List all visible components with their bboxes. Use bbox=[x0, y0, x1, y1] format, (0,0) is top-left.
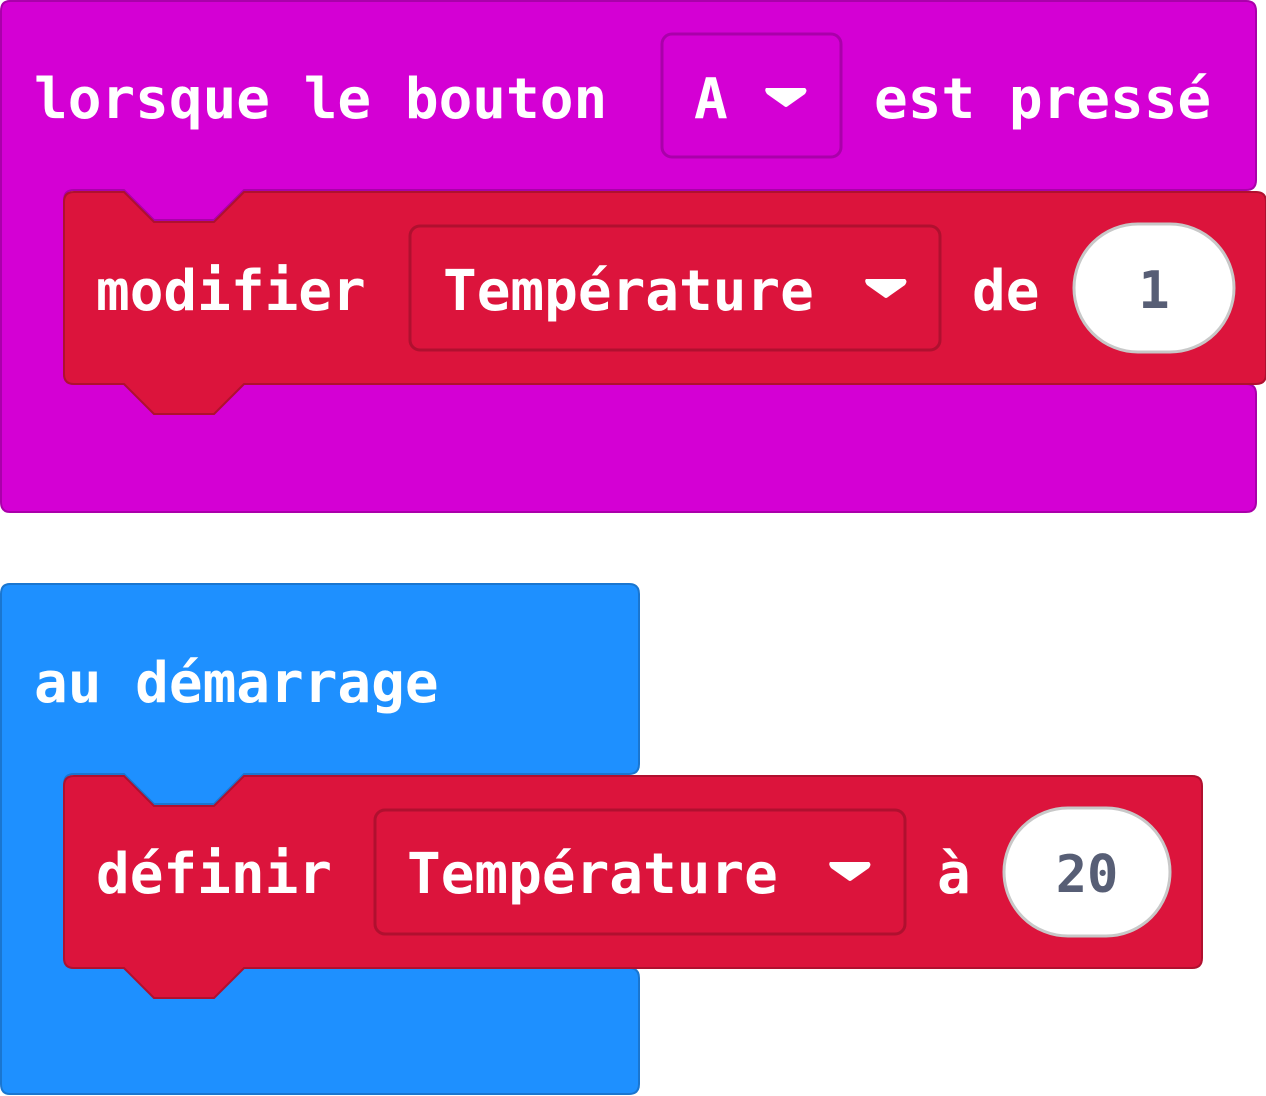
change-label: modifier bbox=[96, 259, 366, 324]
number-input-value: 1 bbox=[1138, 261, 1169, 321]
event-prefix-label: lorsque le bouton bbox=[34, 67, 607, 132]
set-label: définir bbox=[96, 842, 332, 907]
change-connector-label: de bbox=[972, 259, 1039, 324]
event-suffix-label: est pressé bbox=[874, 67, 1211, 132]
set-variable-block[interactable]: définir Température à 20 bbox=[63, 775, 1203, 999]
number-input-value: 20 bbox=[1056, 845, 1119, 905]
number-input[interactable]: 20 bbox=[1002, 806, 1172, 938]
variable-dropdown[interactable]: Température bbox=[373, 808, 907, 936]
variable-dropdown-value: Température bbox=[443, 259, 814, 324]
blocks-workspace: lorsque le bouton A est pressé modifier … bbox=[0, 0, 1266, 1095]
button-dropdown-value: A bbox=[694, 67, 728, 132]
variable-dropdown-value: Température bbox=[407, 842, 778, 907]
variable-dropdown[interactable]: Température bbox=[408, 224, 942, 352]
change-variable-block[interactable]: modifier Température de 1 bbox=[63, 191, 1266, 415]
start-label: au démarrage bbox=[34, 651, 439, 716]
number-input[interactable]: 1 bbox=[1072, 222, 1236, 354]
set-connector-label: à bbox=[937, 842, 971, 907]
button-dropdown[interactable]: A bbox=[660, 32, 843, 159]
